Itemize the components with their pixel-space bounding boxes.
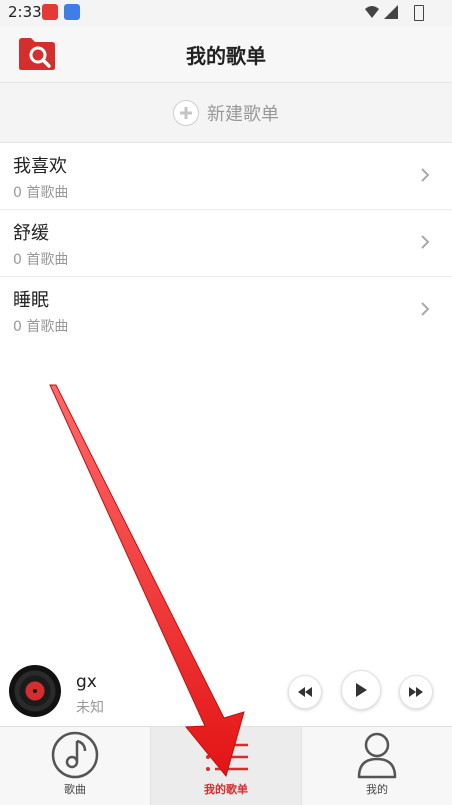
tab-songs[interactable]: 歌曲 — [0, 727, 150, 805]
playlist-item-favorites[interactable]: 我喜欢 0 首歌曲 — [0, 143, 452, 210]
track-artist: 未知 — [76, 700, 104, 716]
playlist-name: 睡眠 — [13, 290, 49, 311]
notification-game-icon — [64, 4, 80, 20]
tab-label: 我的歌单 — [204, 783, 248, 796]
playlist-name: 我喜欢 — [13, 156, 67, 177]
playlist-count: 0 首歌曲 — [13, 319, 69, 335]
music-note-icon — [51, 731, 99, 779]
bottom-tab-bar: 歌曲 我的歌单 我的 — [0, 726, 452, 805]
playlist-name: 舒缓 — [13, 223, 49, 244]
status-bar: 2:33 — [0, 0, 452, 26]
notification-app-icon — [42, 4, 58, 20]
playlist-item-soothing[interactable]: 舒缓 0 首歌曲 — [0, 210, 452, 277]
album-vinyl-icon[interactable] — [9, 665, 61, 717]
next-button[interactable] — [399, 675, 433, 709]
status-time: 2:33 — [8, 3, 42, 21]
mini-player[interactable]: gx 未知 — [0, 660, 452, 725]
tab-my-playlists[interactable]: 我的歌单 — [150, 727, 302, 805]
chevron-right-icon — [421, 168, 430, 182]
play-button[interactable] — [341, 670, 381, 710]
new-playlist-button[interactable]: 新建歌单 — [0, 83, 452, 143]
chevron-right-icon — [421, 302, 430, 316]
track-title: gx — [76, 672, 97, 692]
tab-label: 歌曲 — [64, 783, 86, 796]
playlist-item-sleep[interactable]: 睡眠 0 首歌曲 — [0, 277, 452, 343]
new-playlist-label: 新建歌单 — [207, 103, 279, 125]
vinyl-center — [33, 689, 37, 693]
playlist-list: 我喜欢 0 首歌曲 舒缓 0 首歌曲 睡眠 0 首歌曲 — [0, 143, 452, 343]
plus-icon — [173, 99, 199, 126]
fast-forward-icon — [409, 687, 423, 697]
tab-me[interactable]: 我的 — [302, 727, 452, 805]
page-title: 我的歌单 — [186, 44, 266, 68]
playlist-count: 0 首歌曲 — [13, 252, 69, 268]
rewind-icon — [298, 687, 312, 697]
user-icon — [357, 732, 397, 779]
chevron-right-icon — [421, 235, 430, 249]
app-header: 我的歌单 — [0, 26, 452, 83]
list-icon — [206, 743, 248, 771]
previous-button[interactable] — [288, 675, 322, 709]
play-icon — [356, 683, 367, 697]
tab-label: 我的 — [366, 783, 388, 796]
playlist-count: 0 首歌曲 — [13, 185, 69, 201]
battery-icon — [414, 5, 424, 21]
wifi-signal-icon — [365, 5, 398, 19]
